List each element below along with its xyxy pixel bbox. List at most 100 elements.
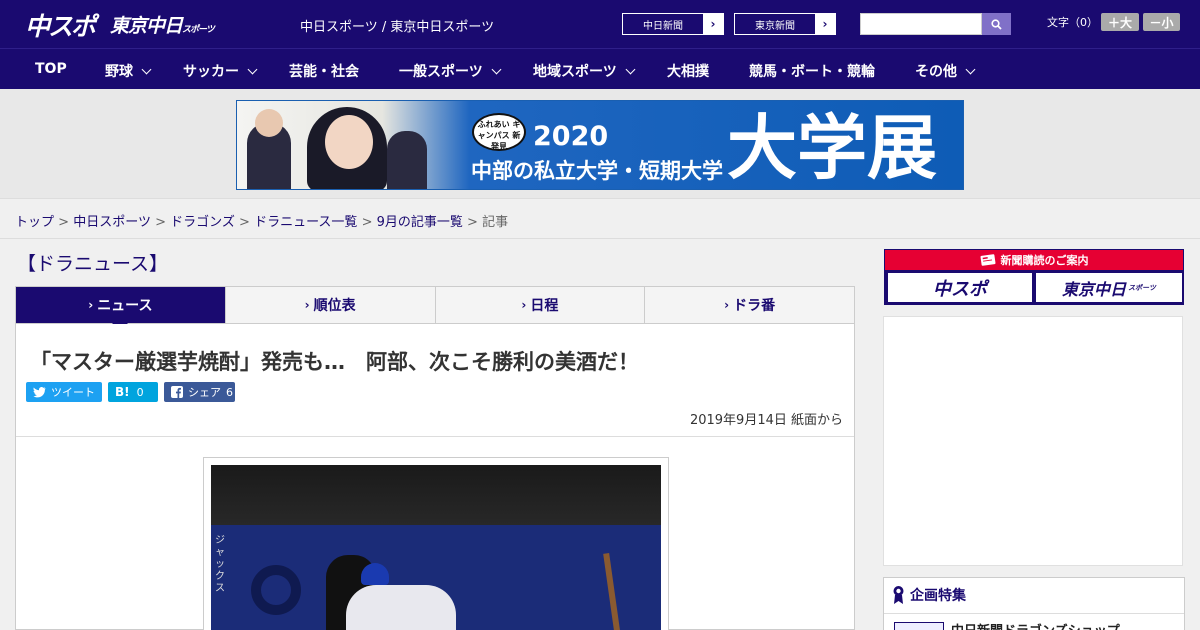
- nav-item-top[interactable]: TOP: [35, 61, 67, 77]
- font-size-increase-button[interactable]: ＋大: [1101, 13, 1139, 31]
- hatena-bookmark-button[interactable]: B! 0: [108, 382, 158, 402]
- breadcrumb-link[interactable]: ドラゴンズ: [170, 215, 235, 230]
- tokyo-chunichi-small: スポーツ: [1128, 283, 1156, 292]
- nav-label: その他: [915, 64, 957, 80]
- nav-item-baseball[interactable]: 野球: [105, 61, 152, 81]
- feature-box: 企画特集 中日新聞ドラゴンズショップ: [883, 577, 1185, 630]
- article-headline: 「マスター厳選芋焼酎」発売も… 阿部、次こそ勝利の美酒だ！: [30, 350, 639, 374]
- chevron-down-icon: [625, 64, 636, 75]
- subscription-box[interactable]: 新聞購読のご案内 中スポ 東京中日 スポーツ: [884, 249, 1184, 305]
- subscription-title: 新聞購読のご案内: [1000, 254, 1089, 267]
- feature-title: 企画特集: [892, 585, 966, 605]
- chevron-down-icon: [141, 64, 152, 75]
- tab-standings[interactable]: › 順位表: [226, 287, 436, 323]
- breadcrumb-separator: >: [58, 215, 70, 230]
- nav-item-local-sports[interactable]: 地域スポーツ: [533, 61, 636, 81]
- tokyo-chunichi-subscribe-link[interactable]: 東京中日 スポーツ: [1036, 273, 1182, 302]
- university-fair-banner[interactable]: ふれあい キャンパス 新発見 2020 中部の私立大学・短期大学 大学展: [236, 100, 964, 190]
- divider: [16, 436, 854, 437]
- banner-subtitle: 中部の私立大学・短期大学: [471, 159, 723, 183]
- search-button[interactable]: [982, 13, 1011, 35]
- photo-helmet: [361, 563, 389, 585]
- nav-label: 野球: [105, 64, 133, 80]
- logo-tokyo-small: スポーツ: [182, 25, 215, 35]
- chevron-right-icon: ›: [815, 14, 835, 34]
- article-photo-frame: ジャックス: [203, 457, 669, 630]
- feature-thumbnail[interactable]: [894, 622, 944, 630]
- breadcrumb-link[interactable]: 中日スポーツ: [73, 215, 151, 230]
- tab-reporter[interactable]: › ドラ番: [645, 287, 854, 323]
- nav-item-sumo[interactable]: 大相撲: [667, 61, 709, 81]
- chevron-right-icon: ›: [703, 14, 723, 34]
- facebook-share-label: シェア: [188, 386, 221, 399]
- facebook-share-count: 6: [226, 385, 233, 399]
- chevron-right-icon: ›: [304, 298, 310, 312]
- article-photo[interactable]: ジャックス: [211, 465, 661, 630]
- font-size-decrease-button[interactable]: －小: [1143, 13, 1180, 31]
- newspaper-icon: [980, 254, 995, 266]
- search-icon: [991, 18, 1002, 30]
- nav-item-general-sports[interactable]: 一般スポーツ: [399, 61, 502, 81]
- chevron-right-icon: ›: [88, 298, 94, 312]
- nav-label: サッカー: [183, 64, 239, 80]
- facebook-icon: [171, 386, 183, 398]
- search-input[interactable]: [860, 13, 982, 35]
- hatena-count: 0: [136, 385, 144, 399]
- breadcrumb-link[interactable]: 9月の記事一覧: [377, 215, 463, 230]
- banner-year: 2020: [533, 121, 609, 152]
- tab-schedule[interactable]: › 日程: [436, 287, 646, 323]
- tokyo-shimbun-label: 東京新聞: [755, 20, 795, 32]
- facebook-share-button[interactable]: シェア 6: [164, 382, 235, 402]
- tab-news[interactable]: › ニュース: [16, 287, 226, 331]
- banner-person-head: [325, 115, 373, 169]
- section-title: 【ドラニュース】: [17, 253, 169, 275]
- twitter-icon: [33, 386, 46, 397]
- photo-wall-logo: [251, 565, 301, 615]
- nav-item-soccer[interactable]: サッカー: [183, 61, 258, 81]
- photo-batter: [346, 585, 456, 630]
- nav-item-entertainment[interactable]: 芸能・社会: [289, 61, 359, 81]
- chuspo-subscribe-link[interactable]: 中スポ: [888, 273, 1032, 302]
- nav-label: 一般スポーツ: [399, 64, 483, 80]
- banner-person-head: [255, 109, 283, 137]
- nav-label: TOP: [35, 61, 67, 77]
- sidebar-ad-slot[interactable]: [883, 316, 1183, 566]
- banner-area: ふれあい キャンパス 新発見 2020 中部の私立大学・短期大学 大学展: [0, 89, 1200, 199]
- font-size-label: 文字（0）: [1047, 16, 1098, 29]
- hatena-icon: B!: [115, 385, 130, 399]
- nav-label: 地域スポーツ: [533, 64, 617, 80]
- chevron-down-icon: [965, 64, 976, 75]
- site-logo-tokyo[interactable]: 東京中日スポーツ: [110, 11, 215, 38]
- site-logo[interactable]: 中スポ: [25, 7, 96, 43]
- tokyo-shimbun-link[interactable]: 東京新聞 ›: [734, 13, 836, 35]
- chunichi-shimbun-link[interactable]: 中日新聞 ›: [622, 13, 724, 35]
- breadcrumb-link[interactable]: ドラニュース一覧: [254, 215, 357, 230]
- tokyo-chunichi-text: 東京中日: [1062, 279, 1127, 299]
- banner-badge: ふれあい キャンパス 新発見: [472, 113, 526, 151]
- tweet-label: ツイート: [51, 386, 95, 399]
- nav-label: 芸能・社会: [289, 64, 359, 80]
- breadcrumb-separator: >: [239, 215, 250, 230]
- section-tabs: › ニュース › 順位表 › 日程 › ドラ番: [15, 286, 855, 331]
- photo-wall-text: ジャックス: [215, 535, 225, 594]
- nav-label: 競馬・ボート・競輪: [749, 64, 875, 80]
- chevron-down-icon: [491, 64, 502, 75]
- nav-item-racing[interactable]: 競馬・ボート・競輪: [749, 61, 875, 81]
- breadcrumb-separator: >: [467, 215, 478, 230]
- divider: [0, 238, 1200, 239]
- nav-item-other[interactable]: その他: [915, 61, 976, 81]
- chevron-down-icon: [247, 64, 258, 75]
- feature-title-text: 企画特集: [910, 588, 966, 604]
- breadcrumb-separator: >: [361, 215, 373, 230]
- chunichi-shimbun-label: 中日新聞: [643, 20, 683, 32]
- banner-title: 大学展: [727, 107, 937, 189]
- article-date: 2019年9月14日 紙面から: [689, 413, 843, 428]
- ribbon-icon: [893, 586, 904, 604]
- tweet-button[interactable]: ツイート: [26, 382, 102, 402]
- main-nav: TOP 野球 サッカー 芸能・社会 一般スポーツ 地域スポーツ 大相撲 競馬・ボ…: [0, 48, 1200, 89]
- nav-label: 大相撲: [667, 64, 709, 80]
- tab-label: 順位表: [313, 298, 356, 314]
- divider: [884, 613, 1184, 614]
- feature-item-link[interactable]: 中日新聞ドラゴンズショップ: [951, 620, 1120, 630]
- breadcrumb-link[interactable]: トップ: [15, 215, 54, 230]
